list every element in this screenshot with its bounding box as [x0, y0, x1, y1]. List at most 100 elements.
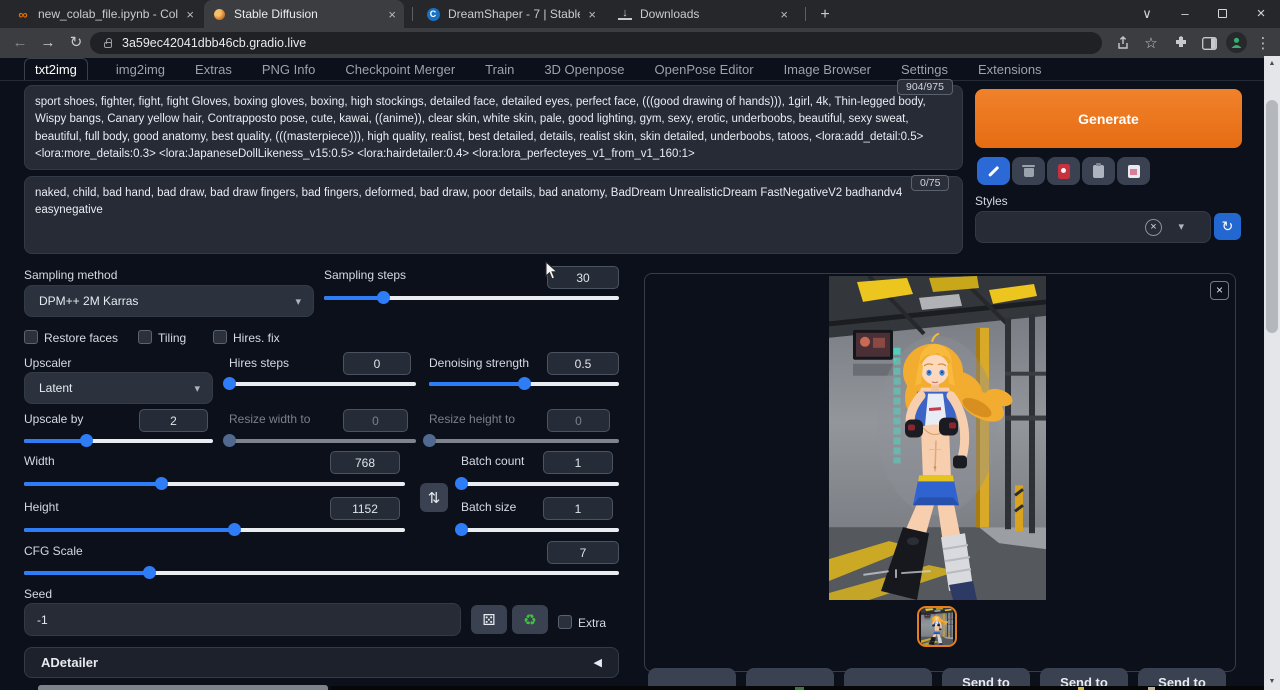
save-icon: [1128, 165, 1140, 178]
batch-size-slider[interactable]: [461, 523, 619, 536]
tab-train[interactable]: Train: [483, 59, 516, 80]
tiling-checkbox[interactable]: [138, 330, 152, 344]
window-maximize-button[interactable]: [1208, 0, 1238, 28]
browser-tab-downloads[interactable]: ↓ Downloads ×: [610, 0, 796, 28]
download-icon: ↓: [618, 8, 632, 20]
swap-width-height-button[interactable]: ⇅: [420, 483, 448, 512]
denoising-strength-label: Denoising strength: [429, 356, 529, 370]
prompt-textarea[interactable]: sport shoes, fighter, fight, fight Glove…: [24, 85, 963, 170]
seed-input[interactable]: -1: [24, 603, 461, 636]
window-menu-icon[interactable]: ∨: [1132, 0, 1162, 28]
browser-tab-colab[interactable]: ∞ new_colab_file.ipynb - Colaborat ×: [8, 0, 202, 28]
scroll-down-icon[interactable]: ▼: [1264, 678, 1280, 685]
height-slider[interactable]: [24, 523, 405, 536]
side-panel-icon[interactable]: [1198, 33, 1220, 53]
tab-image-browser[interactable]: Image Browser: [782, 59, 873, 80]
seed-label: Seed: [24, 587, 52, 601]
tab-png-info[interactable]: PNG Info: [260, 59, 317, 80]
back-icon[interactable]: ←: [8, 31, 32, 55]
browser-tab-stable-diffusion[interactable]: Stable Diffusion ×: [204, 0, 404, 28]
hires-steps-slider[interactable]: [229, 377, 416, 390]
extra-seed-label: Extra: [578, 616, 606, 630]
paste-generation-params-button[interactable]: [977, 157, 1010, 185]
chevron-down-icon[interactable]: ▾: [1178, 220, 1184, 233]
upscale-by-value[interactable]: 2: [139, 409, 208, 432]
tab-settings[interactable]: Settings: [899, 59, 950, 80]
tab-extras[interactable]: Extras: [193, 59, 234, 80]
page-scrollbar[interactable]: ▲ ▼: [1264, 56, 1280, 690]
sampling-method-dropdown[interactable]: DPM++ 2M Karras ▾: [24, 285, 314, 317]
reuse-seed-button[interactable]: ♻: [512, 605, 548, 634]
extra-networks-button[interactable]: [1047, 157, 1080, 185]
window-close-button[interactable]: ×: [1246, 0, 1276, 28]
width-value[interactable]: 768: [330, 451, 400, 474]
forward-icon[interactable]: →: [36, 31, 60, 55]
tab-extensions[interactable]: Extensions: [976, 59, 1044, 80]
cfg-scale-value[interactable]: 7: [547, 541, 619, 564]
refresh-styles-button[interactable]: ↻: [1214, 213, 1241, 240]
tab-close-icon[interactable]: ×: [186, 7, 194, 22]
adetailer-accordion[interactable]: ADetailer ◀: [24, 647, 619, 678]
restore-faces-checkbox[interactable]: [24, 330, 38, 344]
bookmark-star-icon[interactable]: ☆: [1140, 33, 1162, 53]
window-minimize-button[interactable]: –: [1170, 0, 1200, 28]
styles-dropdown[interactable]: × ▾: [975, 211, 1211, 243]
batch-count-slider[interactable]: [461, 477, 619, 490]
tab-divider: [805, 7, 806, 21]
resize-height-value: 0: [547, 409, 610, 432]
profile-avatar[interactable]: [1226, 32, 1247, 53]
new-tab-button[interactable]: +: [814, 4, 836, 26]
tab-bar-divider: [0, 80, 1264, 81]
tab-txt2img[interactable]: txt2img: [24, 58, 88, 81]
tab-img2img[interactable]: img2img: [114, 59, 167, 80]
tab-openpose-editor[interactable]: OpenPose Editor: [653, 59, 756, 80]
tab-close-icon[interactable]: ×: [588, 7, 596, 22]
hires-steps-value[interactable]: 0: [343, 352, 411, 375]
upscale-by-slider[interactable]: [24, 434, 213, 447]
extra-seed-checkbox[interactable]: [558, 615, 572, 629]
hires-fix-checkbox[interactable]: [213, 330, 227, 344]
share-icon[interactable]: [1112, 33, 1134, 53]
tab-close-icon[interactable]: ×: [388, 7, 396, 22]
tab-title: new_colab_file.ipynb - Colaborat: [38, 7, 178, 21]
reload-icon[interactable]: ↻: [64, 31, 88, 55]
negative-prompt-textarea[interactable]: naked, child, bad hand, bad draw, bad dr…: [24, 176, 963, 254]
random-seed-button[interactable]: ⚄: [471, 605, 507, 634]
batch-size-value[interactable]: 1: [543, 497, 613, 520]
adetailer-title: ADetailer: [41, 655, 594, 670]
cfg-scale-slider[interactable]: [24, 566, 619, 579]
resize-height-slider: [429, 434, 619, 447]
apply-style-button[interactable]: [1082, 157, 1115, 185]
browser-window: ∞ new_colab_file.ipynb - Colaborat × Sta…: [0, 0, 1280, 690]
denoising-strength-slider[interactable]: [429, 377, 619, 390]
address-bar[interactable]: 3a59ec42041dbb46cb.gradio.live: [90, 32, 1102, 54]
resize-width-value: 0: [343, 409, 408, 432]
generated-image[interactable]: [829, 276, 1046, 600]
tab-close-icon[interactable]: ×: [780, 7, 788, 22]
height-value[interactable]: 1152: [330, 497, 400, 520]
generate-button[interactable]: Generate: [975, 89, 1242, 148]
sampling-method-label: Sampling method: [24, 268, 117, 282]
tab-checkpoint-merger[interactable]: Checkpoint Merger: [343, 59, 457, 80]
chevron-down-icon: ▾: [295, 295, 301, 308]
save-style-button[interactable]: [1117, 157, 1150, 185]
clear-prompt-button[interactable]: [1012, 157, 1045, 185]
tab-3d-openpose[interactable]: 3D Openpose: [542, 59, 626, 80]
scrollbar-thumb[interactable]: [1266, 100, 1278, 333]
upscaler-dropdown[interactable]: Latent ▾: [24, 372, 213, 404]
denoising-strength-value[interactable]: 0.5: [547, 352, 619, 375]
tab-title: Downloads: [640, 7, 772, 21]
sampling-steps-slider[interactable]: [324, 291, 619, 304]
batch-count-value[interactable]: 1: [543, 451, 613, 474]
browser-tab-dreamshaper[interactable]: C DreamShaper - 7 | Stable Diffusi ×: [418, 0, 604, 28]
clear-styles-icon[interactable]: ×: [1145, 219, 1162, 236]
scroll-up-icon[interactable]: ▲: [1264, 60, 1280, 67]
app-tab-bar: txt2img img2img Extras PNG Info Checkpoi…: [24, 59, 1044, 80]
trash-icon: [1024, 168, 1034, 177]
prompt-token-counter: 904/975: [897, 79, 953, 95]
width-slider[interactable]: [24, 477, 405, 490]
browser-menu-kebab-icon[interactable]: ⋮: [1252, 33, 1274, 53]
close-image-icon[interactable]: ×: [1210, 281, 1229, 300]
gallery-thumbnail[interactable]: [917, 606, 957, 647]
extensions-puzzle-icon[interactable]: [1170, 33, 1192, 53]
